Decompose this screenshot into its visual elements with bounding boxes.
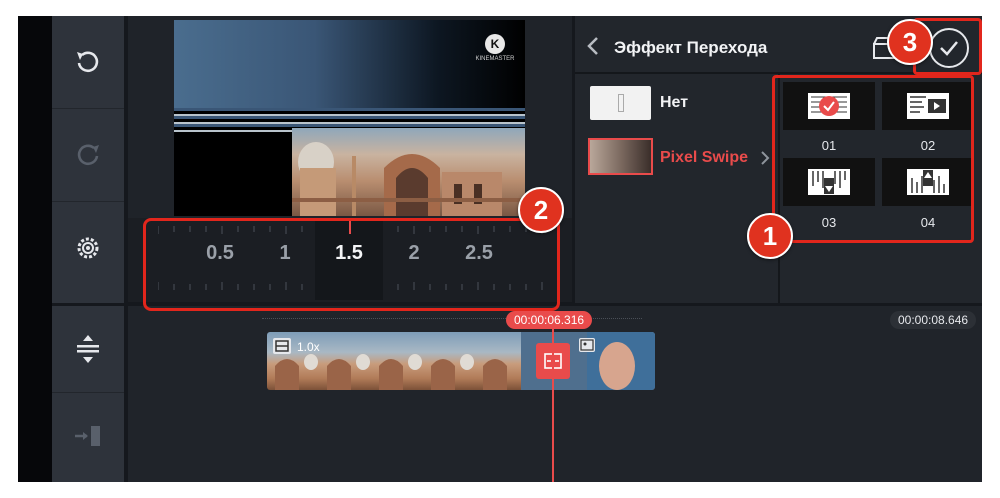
clip-filmstrip xyxy=(275,332,655,390)
redo-icon xyxy=(77,144,99,166)
undo-icon xyxy=(77,51,99,73)
export-to-track-icon xyxy=(75,426,100,446)
clip-speed-label: 1.0x xyxy=(297,340,320,354)
expand-tracks-button[interactable] xyxy=(52,306,124,393)
effect-pixel-swipe-thumb xyxy=(588,138,653,175)
image-icon xyxy=(580,339,594,351)
effect-pixel-swipe-item[interactable]: Pixel Swipe xyxy=(588,138,778,178)
video-preview[interactable]: K KINEMASTER xyxy=(174,20,525,216)
undo-button[interactable] xyxy=(52,16,124,109)
settings-button[interactable] xyxy=(52,202,124,294)
kinemaster-watermark: KINEMASTER xyxy=(475,56,515,62)
effect-none-thumb-bar xyxy=(618,94,624,112)
panel-title: Эффект Перехода xyxy=(614,38,768,57)
playhead-line[interactable] xyxy=(552,326,554,482)
phone-bezel xyxy=(18,16,52,482)
playhead-time: 00:00:06.316 xyxy=(506,311,593,329)
annotation-box-2 xyxy=(143,218,560,311)
image-clip-icon xyxy=(579,338,595,352)
effect-none-label: Нет xyxy=(660,94,689,111)
preview-building-shapes xyxy=(292,142,525,216)
film-icon xyxy=(275,340,289,352)
redo-button[interactable] xyxy=(52,109,124,202)
kinemaster-logo: K KINEMASTER xyxy=(470,34,520,62)
export-track-button[interactable] xyxy=(52,393,124,479)
clip-type-icon xyxy=(273,338,291,354)
effect-pixel-swipe-label: Pixel Swipe xyxy=(660,149,749,166)
kinemaster-logo-icon: K xyxy=(485,34,505,54)
annotation-badge-1: 1 xyxy=(747,213,793,259)
chevron-left-icon xyxy=(587,37,598,55)
effect-none-item[interactable]: Нет xyxy=(590,84,770,124)
left-toolbar xyxy=(52,16,124,303)
left-toolbar-bottom xyxy=(52,306,124,482)
back-button[interactable] xyxy=(586,36,606,60)
chevron-right-icon xyxy=(761,151,770,165)
effect-none-thumb xyxy=(590,86,651,120)
total-time: 00:00:08.646 xyxy=(890,311,977,329)
annotation-badge-3: 3 xyxy=(887,19,933,65)
annotation-badge-2: 2 xyxy=(518,187,564,233)
settings-icon xyxy=(77,237,99,259)
video-clip[interactable]: 1.0x xyxy=(267,332,655,390)
expand-vertical-icon xyxy=(77,335,99,363)
annotation-box-1 xyxy=(772,75,974,243)
